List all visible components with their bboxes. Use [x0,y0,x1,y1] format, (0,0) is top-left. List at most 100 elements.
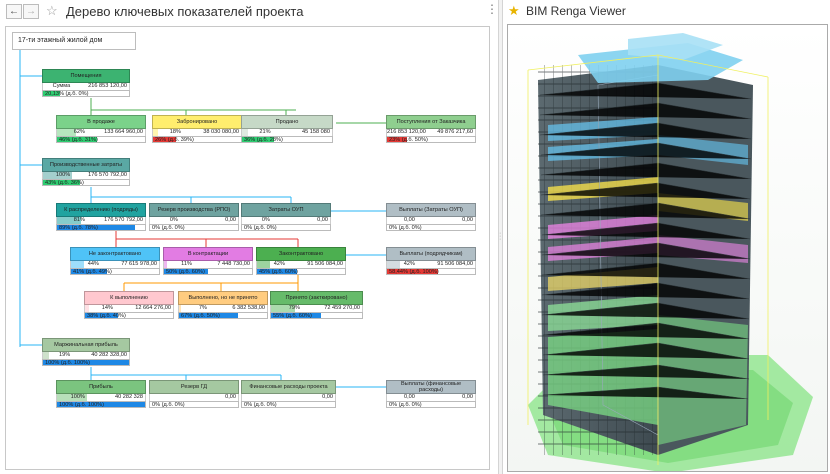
kpi-node-amount: 38 030 080,00 [203,129,239,135]
kpi-node-proizv-zatraty[interactable]: Производственные затраты 100% 176 570 792,… [42,158,130,186]
kpi-node-amount: 0,00 [225,394,236,400]
kpi-node-percent: 216 853 120,00 [387,129,426,135]
kpi-node-label[interactable]: Не законтрактовано [70,247,160,261]
kpi-node-pribyl[interactable]: Прибыль 100% 40 282 328 100% (д.б. 100%) [56,380,146,408]
kpi-node-vyplaty-oup[interactable]: Выплаты (Затраты ОУП) 0,00 0,00 0% (д.б. 0%… [386,203,476,231]
kpi-node-label[interactable]: В контрактации [163,247,253,261]
kpi-node-percent-fill [387,261,400,268]
kpi-node-label[interactable]: Выполнено, но не принято [178,291,268,305]
forward-button[interactable]: → [23,4,39,19]
kpi-node-percent [150,394,180,401]
kpi-node-pomescheniya[interactable]: Помещения Сумма 216 853 120,00 20,13% (д.б.… [42,69,130,97]
kpi-node-label[interactable]: Резерв ГД [149,380,239,394]
more-menu-icon[interactable]: ⋮ [486,2,498,16]
kpi-node-percent: 18% [153,129,183,136]
building-model-render [508,25,827,471]
kpi-node-label[interactable]: Принято (закткировано) [270,291,363,305]
kpi-node-percent: 100% [43,172,73,179]
kpi-node-label[interactable]: Забронировано [152,115,242,129]
kpi-node-progress-bar: 45% (д.б. 60%) [256,268,346,275]
kpi-node-values: 7% 6 382 538,00 [178,305,268,312]
kpi-node-percent-fill [257,261,270,268]
kpi-node-label[interactable]: Выплаты (Затраты ОУП) [386,203,476,217]
kpi-node-values: 0,00 [241,394,336,401]
kpi-node-fin-rashody[interactable]: Финансовые расходы проекта 0,00 0% (д.б. 0… [241,380,336,408]
kpi-node-amount: 0,00 [322,394,333,400]
kpi-tree-panel: ← → ☆ Дерево ключевых показателей проект… [0,0,498,474]
kpi-node-label[interactable]: Резерв производства (РПО) [149,203,239,217]
kpi-node-values: Сумма 216 853 120,00 [42,83,130,90]
kpi-node-progress-bar: 100% (д.б. 100%) [42,359,130,366]
kpi-node-prinyato[interactable]: Принято (закткировано) 79% 72 459 270,00 55… [270,291,363,319]
kpi-node-amount: 72 459 270,00 [324,305,360,311]
kpi-node-amount: 176 570 792,00 [88,172,127,178]
kpi-node-percent: 79% [271,305,302,312]
back-button[interactable]: ← [6,4,22,19]
kpi-node-vyplaty-podr[interactable]: Выплаты (подрядчикам) 42% 91 506 084,00 58,… [386,247,476,275]
kpi-node-percent-fill [85,305,90,312]
kpi-node-values: 100% 176 570 792,00 [42,172,130,179]
kpi-node-values: 0,00 0,00 [386,217,476,224]
kpi-node-percent: 42% [257,261,287,268]
kpi-node-progress-bar: 0% (д.б. 0%) [386,224,476,231]
kpi-node-prodano[interactable]: Продано 21% 45 158 080 36% (д.б. 28%) [241,115,333,143]
kpi-node-zakontr[interactable]: Законтрактовано 42% 91 506 084,00 45% (д.б.… [256,247,346,275]
kpi-node-label[interactable]: К выполнению [84,291,174,305]
kpi-node-k-raspred[interactable]: К распределению (подряды) 81% 176 570 792,… [56,203,146,231]
kpi-node-percent-fill [164,261,168,268]
kpi-node-values: 79% 72 459 270,00 [270,305,363,312]
kpi-node-amount: 216 853 120,00 [88,83,127,89]
kpi-node-progress-bar: 89% (д.б. 78%) [56,224,146,231]
kpi-node-label[interactable]: В продаже [56,115,146,129]
kpi-node-amount: 77 615 978,00 [121,261,157,267]
bim-viewer-panel: ★ BIM Renga Viewer [503,0,830,474]
kpi-node-label[interactable]: Помещения [42,69,130,83]
kpi-node-percent: 11% [164,261,194,268]
kpi-node-label[interactable]: К распределению (подряды) [56,203,146,217]
panel-title: Дерево ключевых показателей проекта [66,4,304,19]
kpi-node-zabronirovano[interactable]: Забронировано 18% 38 030 080,00 26% (д.б. 3… [152,115,242,143]
3d-viewport[interactable] [507,24,828,472]
kpi-node-amount: 12 664 276,00 [135,305,171,311]
root-node[interactable]: 17-ти этажный жилой дом [12,32,136,50]
kpi-node-values: 0,00 0,00 [386,394,476,401]
kpi-node-label[interactable]: Выплаты (финансовые расходы) [386,380,476,394]
kpi-node-values: 100% 40 282 328 [56,394,146,401]
kpi-node-label[interactable]: Законтрактовано [256,247,346,261]
kpi-node-rezerv-proizv[interactable]: Резерв производства (РПО) 0% 0,00 0% (д.б. … [149,203,239,231]
kpi-node-rezerv-gd[interactable]: Резерв ГД 0,00 0% (д.б. 0%) [149,380,239,408]
kpi-node-progress-bar: 0% (д.б. 0%) [241,224,331,231]
kpi-node-values: 62% 133 664 960,00 [56,129,146,136]
kpi-node-progress-bar: 55% (д.б. 60%) [270,312,363,319]
kpi-node-values: 14% 12 664 276,00 [84,305,174,312]
kpi-node-label[interactable]: Маржинальная прибыль [42,338,130,352]
kpi-node-progress-bar: 43% (д.б. 36%) [42,179,130,186]
kpi-node-zatraty-oup[interactable]: Затраты ОУП 0% 0,00 0% (д.б. 0%) [241,203,331,231]
kpi-node-label[interactable]: Производственные затраты [42,158,130,172]
kpi-node-label[interactable]: Прибыль [56,380,146,394]
kpi-node-vyplaty-fin[interactable]: Выплаты (финансовые расходы) 0,00 0,00 0% (… [386,380,476,408]
kpi-node-label[interactable]: Поступления от Заказчика [386,115,476,129]
kpi-node-label[interactable]: Финансовые расходы проекта [241,380,336,394]
kpi-node-v-prodazhe[interactable]: В продаже 62% 133 664 960,00 46% (д.б. 31%) [56,115,146,143]
kpi-node-percent: 44% [71,261,101,268]
kpi-node-k-vypolneniyu[interactable]: К выполнению 14% 12 664 276,00 38% (д.б. 40… [84,291,174,319]
kpi-node-progress-bar: 23% (д.б. 50%) [386,136,476,143]
kpi-node-percent: 0% [169,217,178,223]
kpi-node-label[interactable]: Продано [241,115,333,129]
kpi-node-values: 21% 45 158 080 [241,129,333,136]
kpi-node-label[interactable]: Выплаты (подрядчикам) [386,247,476,261]
kpi-node-v-kontraktacii[interactable]: В контрактации 11% 7 448 730,00 50% (д.б. 6… [163,247,253,275]
kpi-node-percent-fill [43,352,49,359]
favorite-star-icon[interactable]: ★ [508,3,520,19]
kpi-node-ne-kontr[interactable]: Не законтрактовано 44% 77 615 978,00 41% (д… [70,247,160,275]
kpi-node-postupleniya[interactable]: Поступления от Заказчика 216 853 120,00 49… [386,115,476,143]
favorite-star-icon[interactable]: ☆ [46,4,58,18]
kpi-node-progress-bar: 0% (д.б. 0%) [149,401,239,408]
kpi-node-values: 216 853 120,00 49 876 217,60 [386,129,476,136]
kpi-node-progress-bar: 58,44% (д.б. 100%) [386,268,476,275]
kpi-node-label[interactable]: Затраты ОУП [241,203,331,217]
kpi-node-vyp-ne-prinyato[interactable]: Выполнено, но не принято 7% 6 382 538,00 67… [178,291,268,319]
kpi-node-marzh[interactable]: Маржинальная прибыль 19% 40 282 328,00 100%… [42,338,130,366]
kpi-node-percent: 21% [242,129,273,136]
